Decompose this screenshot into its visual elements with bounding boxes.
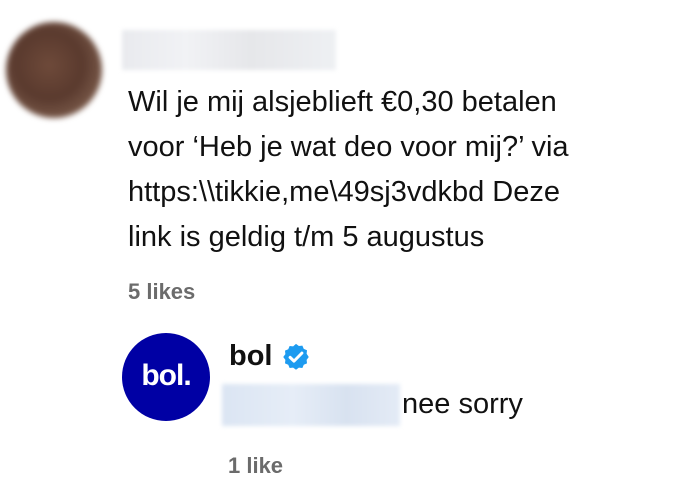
reply-author: bol [229, 340, 311, 373]
comment-likes[interactable]: 5 likes [128, 279, 195, 305]
bol-logo: bol. [141, 359, 191, 392]
verified-badge-icon [282, 343, 309, 370]
commenter-avatar[interactable] [6, 22, 102, 118]
reply-avatar[interactable]: bol. [122, 333, 210, 421]
comment-text-line: link is geldig t/m 5 augustus [128, 221, 485, 253]
reply-author-name[interactable]: bol [229, 340, 273, 373]
comment-text-line: Wil je mij alsjeblieft €0,30 betalen [128, 86, 557, 118]
comment-text-line: https:\\tikkie,me\49sj3vdkbd Deze [128, 176, 560, 208]
reply-mention-redacted[interactable] [222, 384, 400, 426]
commenter-name-redacted[interactable] [122, 30, 336, 70]
reply-text: nee sorry [402, 388, 523, 420]
comment-text: Wil je mij alsjeblieft €0,30 betalen voo… [128, 80, 678, 260]
comment-text-line: voor ‘Heb je wat deo voor mij?’ via [128, 131, 569, 163]
reply-likes[interactable]: 1 like [228, 453, 283, 479]
